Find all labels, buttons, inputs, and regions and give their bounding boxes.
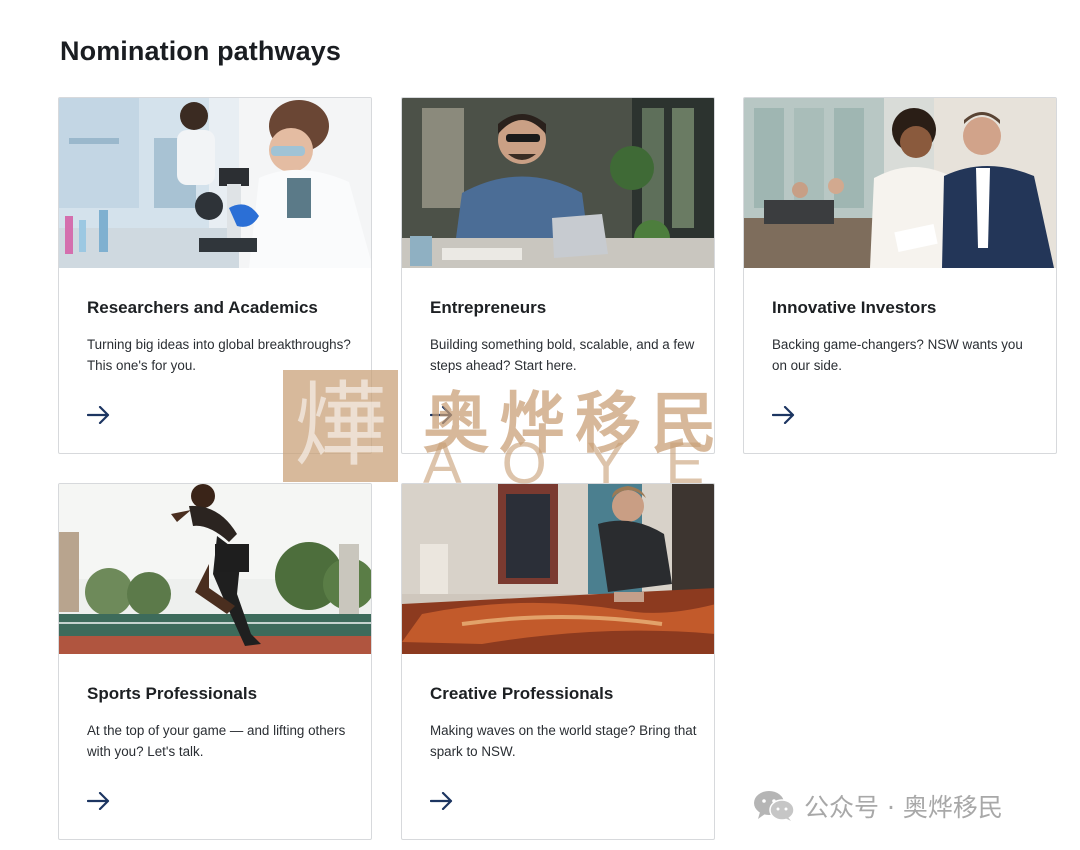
card-title: Innovative Investors xyxy=(772,298,937,317)
card-description: Making waves on the world stage? Bring t… xyxy=(430,723,697,759)
card-image-investors xyxy=(744,98,1056,268)
card-title: Entrepreneurs xyxy=(430,298,547,317)
card-image-researchers xyxy=(59,98,371,268)
card-description: Backing game-changers? NSW wants you on … xyxy=(772,337,1023,373)
card-title: Sports Professionals xyxy=(87,684,258,703)
card-researchers[interactable]: Researchers and Academics Turning big id… xyxy=(58,97,372,454)
arrow-right-icon[interactable] xyxy=(87,406,111,424)
card-image-creative xyxy=(402,484,714,654)
card-image-sports xyxy=(59,484,371,654)
card-image-entrepreneurs xyxy=(402,98,714,268)
arrow-right-icon[interactable] xyxy=(430,792,454,810)
wechat-account-tag: 公众号 · 奥烨移民 xyxy=(752,788,1003,824)
card-description: Building something bold, scalable, and a… xyxy=(430,337,695,373)
card-entrepreneurs[interactable]: Entrepreneurs Building something bold, s… xyxy=(401,97,715,454)
card-title: Creative Professionals xyxy=(430,684,614,703)
wechat-icon xyxy=(754,791,795,821)
arrow-right-icon[interactable] xyxy=(772,406,796,424)
card-description: At the top of your game — and lifting ot… xyxy=(87,723,346,759)
wechat-account-name: 公众号 · 奥烨移民 xyxy=(804,793,1003,822)
arrow-right-icon[interactable] xyxy=(430,406,454,424)
card-investors[interactable]: Innovative Investors Backing game-change… xyxy=(743,97,1057,454)
card-description: Turning big ideas into global breakthrou… xyxy=(87,337,351,373)
arrow-right-icon[interactable] xyxy=(87,792,111,810)
page-title: Nomination pathways xyxy=(60,36,341,66)
card-creative[interactable]: Creative Professionals Making waves on t… xyxy=(401,483,715,840)
card-sports[interactable]: Sports Professionals At the top of your … xyxy=(58,483,372,840)
card-title: Researchers and Academics xyxy=(87,298,318,317)
